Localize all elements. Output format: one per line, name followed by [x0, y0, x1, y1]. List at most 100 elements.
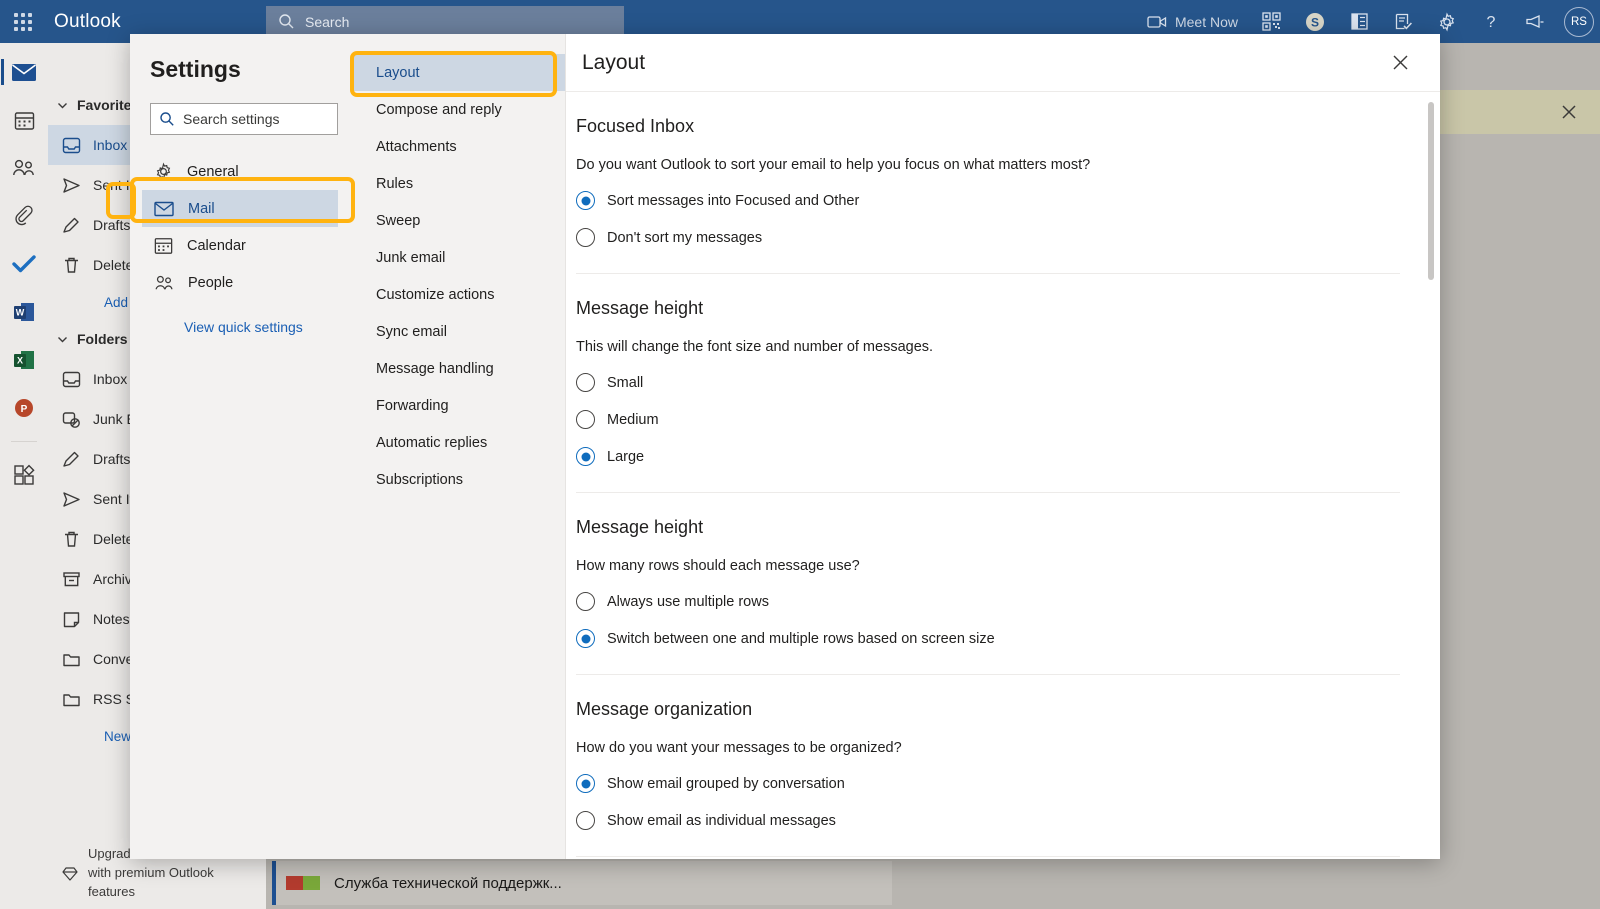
mail-menu-item-forwarding[interactable]: Forwarding — [354, 387, 565, 424]
message-list-item[interactable]: Служба технической поддержк... — [272, 861, 892, 905]
diamond-icon — [62, 844, 78, 901]
rail-item-excel[interactable]: X — [4, 343, 44, 377]
drafts-icon — [62, 216, 81, 235]
mail-menu-item-junk-email[interactable]: Junk email — [354, 239, 565, 276]
radio-option-individual-messages[interactable]: Show email as individual messages — [576, 811, 1400, 830]
settings-category-label: General — [187, 163, 239, 180]
radio-option-medium[interactable]: Medium — [576, 410, 1400, 429]
settings-category-people[interactable]: People — [142, 264, 338, 301]
settings-title: Settings — [150, 56, 241, 82]
folder-label: Inbox — [93, 137, 128, 153]
radio-button[interactable] — [576, 774, 595, 793]
mail-menu-item-message-handling[interactable]: Message handling — [354, 350, 565, 387]
search-placeholder: Search — [305, 13, 350, 30]
svg-text:S: S — [1311, 15, 1319, 29]
chevron-down-icon — [56, 333, 69, 346]
settings-search-input[interactable]: Search settings — [150, 103, 338, 135]
radio-option-large[interactable]: Large — [576, 447, 1400, 466]
settings-scrollbar[interactable] — [1428, 102, 1434, 844]
rail-item-people[interactable] — [4, 151, 44, 185]
mail-menu-item-subscriptions[interactable]: Subscriptions — [354, 461, 565, 498]
section-heading: Message height — [576, 298, 704, 318]
app-brand-title: Outlook — [54, 10, 121, 32]
sent-icon — [62, 490, 81, 509]
calendar-icon — [154, 236, 173, 255]
radio-button[interactable] — [576, 373, 595, 392]
radio-option-small[interactable]: Small — [576, 373, 1400, 392]
app-launcher-icon[interactable] — [0, 0, 46, 43]
settings-category-label: Mail — [188, 200, 215, 217]
radio-button[interactable] — [576, 228, 595, 247]
radio-button[interactable] — [576, 410, 595, 429]
folder-label: Drafts — [93, 451, 131, 467]
search-input[interactable]: Search — [266, 6, 624, 37]
mail-menu-item-customize-actions[interactable]: Customize actions — [354, 276, 565, 313]
app-rail: W X P — [0, 43, 48, 909]
settings-detail-pane: Layout Focused Inbox Do you want Outlook… — [566, 34, 1440, 859]
radio-label: Always use multiple rows — [607, 593, 769, 610]
avatar[interactable]: RS — [1564, 6, 1594, 37]
rail-item-calendar[interactable] — [4, 103, 44, 137]
settings-category-calendar[interactable]: Calendar — [142, 227, 338, 264]
scrollbar-thumb[interactable] — [1428, 102, 1434, 280]
radio-option-switch-rows[interactable]: Switch between one and multiple rows bas… — [576, 629, 1400, 648]
settings-category-label: Calendar — [187, 237, 246, 254]
close-icon[interactable] — [1560, 103, 1578, 121]
settings-category-mail[interactable]: Mail — [142, 190, 338, 227]
rail-item-todo[interactable] — [4, 247, 44, 281]
radio-button[interactable] — [576, 592, 595, 611]
radio-button[interactable] — [576, 629, 595, 648]
rail-item-mail[interactable] — [1, 55, 44, 89]
archive-icon — [62, 570, 81, 589]
svg-text:P: P — [21, 404, 28, 415]
section-heading: Message organization — [576, 699, 753, 719]
inbox-icon — [62, 136, 81, 155]
mail-menu-item-sync-email[interactable]: Sync email — [354, 313, 565, 350]
people-icon — [13, 159, 34, 176]
folder-label: Drafts — [93, 217, 131, 233]
help-icon[interactable]: ? — [1470, 0, 1512, 43]
radio-label: Show email grouped by conversation — [607, 775, 845, 792]
radio-button[interactable] — [576, 191, 595, 210]
mail-menu-item-rules[interactable]: Rules — [354, 165, 565, 202]
radio-option-dont-sort[interactable]: Don't sort my messages — [576, 228, 1400, 247]
rail-item-powerpoint[interactable]: P — [4, 391, 44, 425]
mail-menu-item-compose-and-reply[interactable]: Compose and reply — [354, 91, 565, 128]
mail-menu-item-layout[interactable]: Layout — [354, 54, 565, 91]
mail-menu-item-attachments[interactable]: Attachments — [354, 128, 565, 165]
inbox-icon — [62, 370, 81, 389]
rail-item-files[interactable] — [4, 199, 44, 233]
excel-icon: X — [14, 351, 34, 369]
mail-menu-item-automatic-replies[interactable]: Automatic replies — [354, 424, 565, 461]
radio-button[interactable] — [576, 811, 595, 830]
radio-option-always-multiple-rows[interactable]: Always use multiple rows — [576, 592, 1400, 611]
section-question: How do you want your messages to be orga… — [576, 740, 902, 756]
settings-category-general[interactable]: General — [142, 153, 338, 190]
radio-button[interactable] — [576, 447, 595, 466]
feedback-icon[interactable] — [1514, 0, 1556, 43]
radio-option-sort-focused-other[interactable]: Sort messages into Focused and Other — [576, 191, 1400, 210]
search-icon — [159, 111, 175, 127]
view-quick-settings-link[interactable]: View quick settings — [150, 319, 338, 335]
junk-icon — [62, 410, 81, 429]
video-camera-icon — [1147, 15, 1167, 29]
mail-menu-item-sweep[interactable]: Sweep — [354, 202, 565, 239]
outlook-app-background: Outlook Search Meet Now S ? RS W X P Fav… — [0, 0, 1600, 909]
rail-item-all-apps[interactable] — [4, 458, 44, 492]
svg-text:W: W — [16, 308, 25, 318]
section-message-height-font: Message height This will change the font… — [576, 298, 1400, 493]
gear-icon — [154, 162, 173, 181]
radio-label: Don't sort my messages — [607, 229, 763, 246]
notes-icon — [62, 610, 81, 629]
word-icon: W — [14, 303, 34, 321]
settings-detail-header: Layout — [566, 34, 1440, 92]
radio-option-grouped-by-conversation[interactable]: Show email grouped by conversation — [576, 774, 1400, 793]
folder-icon — [62, 690, 81, 709]
section-heading: Message height — [576, 517, 704, 537]
to-do-icon — [12, 255, 36, 273]
section-message-organization: Message organization How do you want you… — [576, 699, 1400, 857]
rail-item-word[interactable]: W — [4, 295, 44, 329]
message-subject: Служба технической поддержк... — [334, 874, 562, 892]
close-settings-button[interactable] — [1384, 47, 1416, 79]
settings-category-pane: Settings Search settings General Mail Ca… — [130, 34, 354, 859]
